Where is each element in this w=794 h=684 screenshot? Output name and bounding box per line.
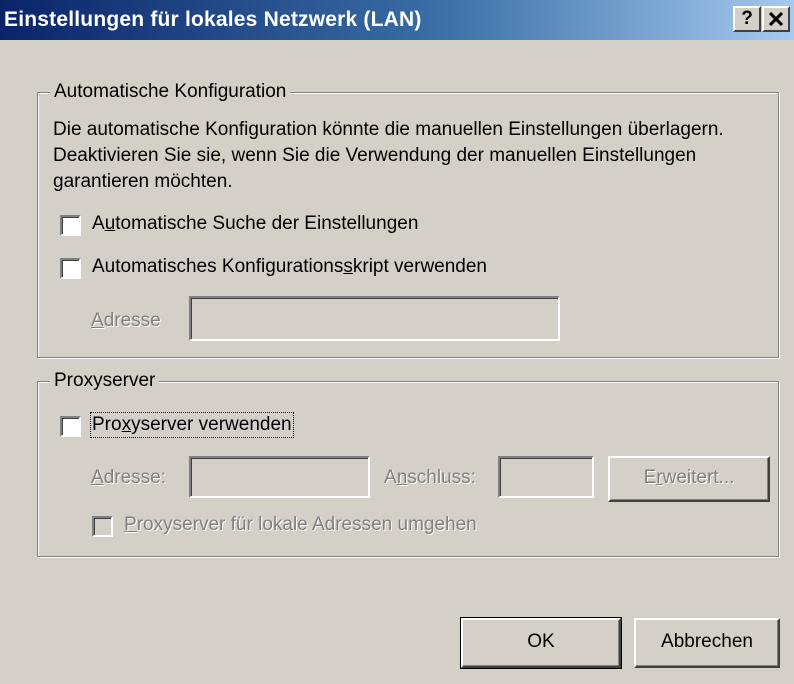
help-button[interactable]: ?	[733, 6, 761, 32]
proxy-legend: Proxyserver	[50, 370, 160, 392]
proxy-address-input[interactable]	[189, 456, 370, 498]
proxy-address-label: Adresse:	[91, 467, 166, 488]
auto-script-checkbox[interactable]	[60, 258, 81, 279]
auto-detect-checkbox[interactable]	[60, 215, 81, 236]
advanced-button[interactable]: Erweitert...	[608, 456, 770, 502]
ok-button[interactable]: OK	[460, 617, 622, 669]
auto-address-label: Adresse	[91, 310, 161, 331]
cancel-button[interactable]: Abbrechen	[634, 618, 780, 668]
auto-config-legend: Automatische Konfiguration	[50, 81, 291, 103]
auto-detect-label[interactable]: Automatische Suche der Einstellungen	[92, 213, 418, 235]
close-button[interactable]	[762, 6, 790, 32]
window-title: Einstellungen für lokales Netzwerk (LAN)	[4, 8, 422, 31]
proxy-port-input[interactable]	[498, 456, 594, 498]
use-proxy-label[interactable]: Proxyserver verwenden	[90, 412, 294, 438]
proxy-port-label: Anschluss:	[384, 467, 476, 488]
lan-settings-dialog: Einstellungen für lokales Netzwerk (LAN)…	[0, 0, 794, 684]
auto-config-description: Die automatische Konfiguration könnte di…	[53, 119, 724, 192]
use-proxy-checkbox[interactable]	[60, 416, 81, 437]
auto-script-label[interactable]: Automatisches Konfigurationsskript verwe…	[92, 256, 487, 278]
auto-address-input[interactable]	[189, 296, 560, 341]
title-bar[interactable]: Einstellungen für lokales Netzwerk (LAN)…	[0, 0, 794, 40]
bypass-local-checkbox[interactable]	[92, 516, 113, 537]
bypass-local-label: Proxyserver für lokale Adressen umgehen	[124, 514, 477, 535]
close-icon	[768, 11, 784, 27]
